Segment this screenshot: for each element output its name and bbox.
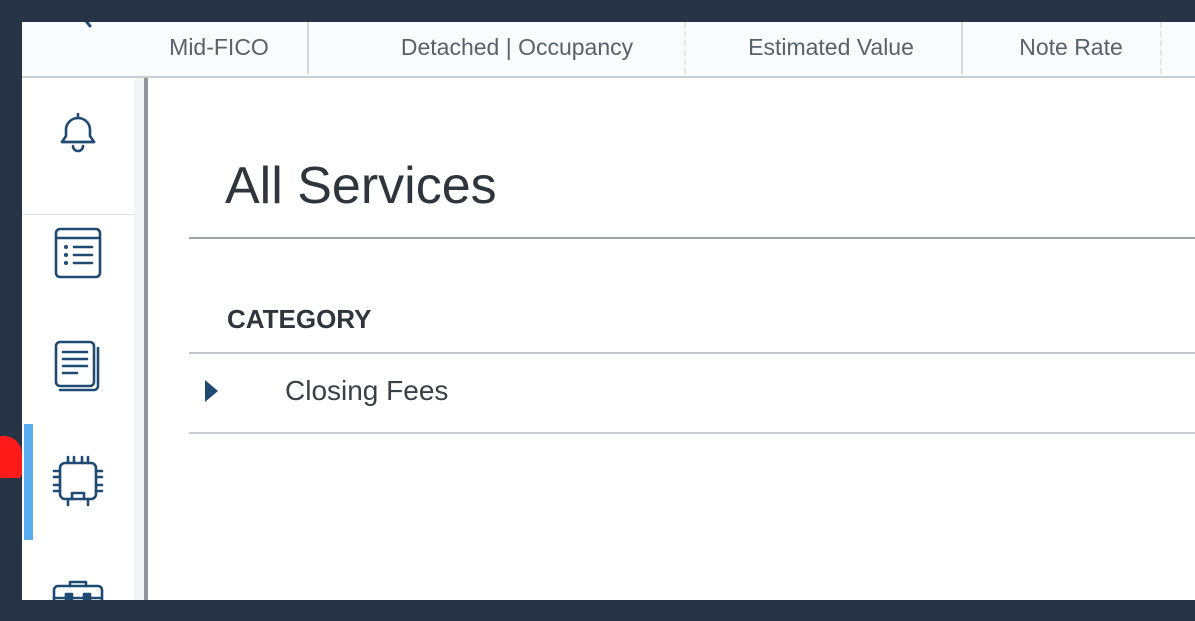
column-separator bbox=[961, 22, 963, 74]
header-col-note-rate: Note Rate bbox=[1019, 34, 1123, 60]
caret-right-icon[interactable] bbox=[205, 380, 219, 402]
active-nav-indicator bbox=[24, 424, 33, 540]
sidebar-divider bbox=[22, 214, 134, 215]
app-window: Mid-FICO Detached | Occupancy Estimated … bbox=[22, 22, 1195, 600]
loan-summary-header: Mid-FICO Detached | Occupancy Estimated … bbox=[22, 22, 1195, 78]
list-icon[interactable] bbox=[50, 223, 106, 279]
header-col-estimated-value: Estimated Value bbox=[748, 34, 914, 60]
row-divider bbox=[189, 432, 1195, 434]
column-separator bbox=[1160, 22, 1162, 74]
row-label: Closing Fees bbox=[285, 375, 449, 406]
chevron-left-icon[interactable] bbox=[70, 22, 100, 36]
page-title: All Services bbox=[225, 157, 497, 215]
sidebar-nav bbox=[22, 78, 135, 600]
chip-icon[interactable] bbox=[50, 453, 106, 509]
table-row[interactable]: Closing Fees bbox=[189, 354, 1195, 432]
category-column-header: CATEGORY bbox=[227, 304, 372, 334]
column-separator bbox=[684, 22, 686, 74]
bell-icon[interactable] bbox=[50, 106, 106, 162]
main-content: All Services CATEGORY Closing Fees bbox=[148, 78, 1195, 600]
documents-icon[interactable] bbox=[50, 336, 106, 392]
column-separator bbox=[307, 22, 309, 74]
annotation-marker bbox=[0, 436, 22, 478]
briefcase-icon[interactable] bbox=[50, 572, 106, 600]
header-col-mid-fico: Mid-FICO bbox=[169, 34, 269, 60]
header-col-detached-occupancy: Detached | Occupancy bbox=[400, 34, 634, 60]
title-divider bbox=[189, 237, 1195, 239]
